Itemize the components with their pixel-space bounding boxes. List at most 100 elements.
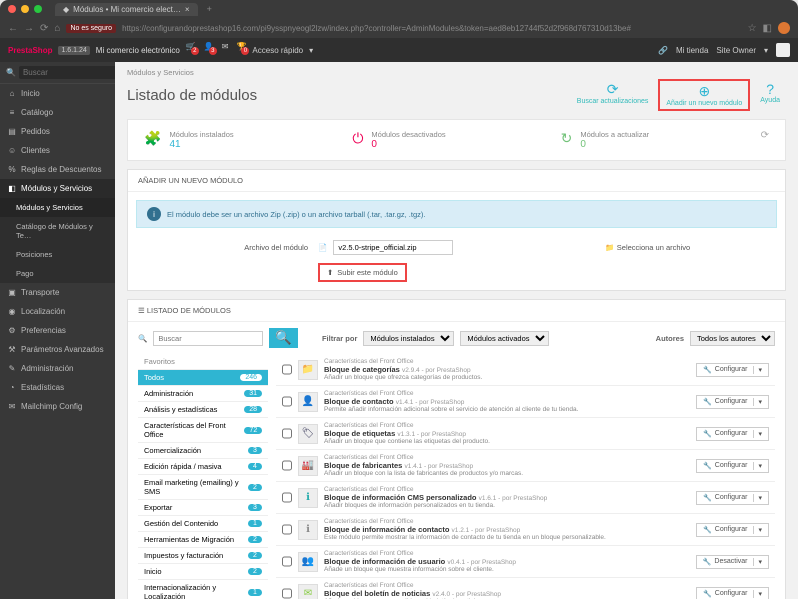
category-row[interactable]: Características del Front Office72 (138, 418, 268, 443)
authors-select[interactable]: Todos los autores (690, 331, 775, 346)
module-checkbox[interactable] (282, 523, 292, 536)
category-row[interactable]: Inicio2 (138, 564, 268, 580)
sidebar-item-7[interactable]: ◉Localización (0, 302, 115, 321)
close-tab-icon[interactable]: × (185, 5, 190, 14)
configure-button[interactable]: 🔧Configurar▾ (696, 363, 769, 377)
category-row[interactable]: Impuestos y facturación2 (138, 548, 268, 564)
sidebar-item-4[interactable]: %Reglas de Descuentos (0, 160, 115, 179)
sidebar-item-6[interactable]: ▣Transporte (0, 283, 115, 302)
my-store-link[interactable]: Mi tienda (676, 46, 708, 55)
sidebar-sub-2[interactable]: Posiciones (0, 245, 115, 264)
category-row[interactable]: Edición rápida / masiva4 (138, 459, 268, 475)
chevron-down-icon[interactable]: ▾ (753, 494, 762, 502)
module-checkbox[interactable] (282, 491, 292, 504)
category-row[interactable]: Herramientas de Migración2 (138, 532, 268, 548)
module-icon: 📁 (298, 360, 318, 380)
category-row[interactable]: Exportar3 (138, 500, 268, 516)
favorites-row[interactable]: Favoritos (138, 354, 268, 370)
url-text[interactable]: https://configurandoprestashop16.com/pi9… (122, 24, 742, 33)
choose-file-button[interactable]: 📁 Selecciona un archivo (605, 243, 690, 252)
mail-icon[interactable]: ✉ (222, 42, 229, 59)
module-checkbox[interactable] (282, 459, 292, 472)
module-checkbox[interactable] (282, 363, 292, 376)
forward-icon[interactable]: → (24, 23, 34, 34)
file-input[interactable] (333, 240, 453, 255)
category-row[interactable]: Email marketing (emailing) y SMS2 (138, 475, 268, 500)
wrench-icon: 🔧 (703, 462, 712, 470)
category-row[interactable]: Gestión del Contenido1 (138, 516, 268, 532)
chevron-down-icon[interactable]: ▾ (753, 526, 762, 534)
sidebar-item-3[interactable]: ☺Clientes (0, 141, 115, 160)
configure-button[interactable]: 🔧Desactivar▾ (696, 555, 769, 569)
sidebar-item-12[interactable]: ✉Mailchimp Config (0, 397, 115, 416)
category-row[interactable]: Análisis y estadísticas28 (138, 402, 268, 418)
trophy-icon[interactable]: 🏆0 (236, 42, 246, 59)
owner-name[interactable]: Site Owner (716, 46, 756, 55)
check-updates-button[interactable]: ⟳ Buscar actualizaciones (571, 79, 655, 111)
configure-button[interactable]: 🔧Configurar▾ (696, 587, 769, 599)
sidebar-item-5[interactable]: ◧Módulos y Servicios (0, 179, 115, 198)
sidebar-item-10[interactable]: ✎Administración (0, 359, 115, 378)
presta-logo[interactable]: PrestaShop (8, 46, 52, 55)
maximize-window[interactable] (34, 5, 42, 13)
add-module-button[interactable]: ⊕ Añadir un nuevo módulo (658, 79, 750, 111)
profile-avatar[interactable] (778, 22, 790, 34)
sidebar-item-8[interactable]: ⚙Preferencias (0, 321, 115, 340)
chevron-down-icon[interactable]: ▾ (753, 430, 762, 438)
sidebar-sub-1[interactable]: Catálogo de Módulos y Te… (0, 217, 115, 245)
close-window[interactable] (8, 5, 16, 13)
category-row[interactable]: Administración31 (138, 386, 268, 402)
module-checkbox[interactable] (282, 555, 292, 568)
home-icon[interactable]: ⌂ (54, 23, 60, 34)
chevron-down-icon[interactable]: ▾ (753, 590, 762, 598)
link-icon[interactable]: 🔗 (658, 46, 668, 55)
configure-button[interactable]: 🔧Configurar▾ (696, 523, 769, 537)
module-search-input[interactable] (153, 331, 263, 346)
configure-button[interactable]: 🔧Configurar▾ (696, 491, 769, 505)
filter-installed-select[interactable]: Módulos instalados (363, 331, 454, 346)
category-row[interactable]: Comercialización3 (138, 443, 268, 459)
upload-module-button[interactable]: ⬆ Subir este módulo (318, 263, 407, 282)
chevron-down-icon[interactable]: ▾ (753, 366, 762, 374)
configure-button[interactable]: 🔧Configurar▾ (696, 459, 769, 473)
module-checkbox[interactable] (282, 427, 292, 440)
sidebar-sub-3[interactable]: Pago (0, 264, 115, 283)
quick-access[interactable]: Acceso rápido (252, 46, 303, 55)
sidebar-sub-0[interactable]: Módulos y Servicios (0, 198, 115, 217)
back-icon[interactable]: ← (8, 23, 18, 34)
sidebar-search-input[interactable] (19, 66, 115, 79)
chevron-down-icon[interactable]: ▾ (753, 398, 762, 406)
help-button[interactable]: ? Ayuda (754, 79, 786, 111)
users-icon[interactable]: 👤3 (204, 42, 214, 59)
module-checkbox[interactable] (282, 587, 292, 599)
sidebar-item-2[interactable]: ▤Pedidos (0, 122, 115, 141)
search-icon[interactable]: 🔍 (6, 68, 16, 77)
cart-icon[interactable]: 🛒2 (186, 42, 196, 59)
stats-bar: 🧩 Módulos instalados 41 ⏻ Módulos desact… (127, 119, 786, 161)
sidebar-item-1[interactable]: ≡Catálogo (0, 103, 115, 122)
minimize-window[interactable] (21, 5, 29, 13)
star-icon[interactable]: ☆ (748, 23, 757, 34)
sidebar-item-0[interactable]: ⌂Inicio (0, 84, 115, 103)
sidebar-item-9[interactable]: ⚒Parámetros Avanzados (0, 340, 115, 359)
user-avatar[interactable] (776, 43, 790, 57)
chevron-down-icon[interactable]: ▾ (753, 558, 762, 566)
refresh-stats-icon[interactable]: ⟳ (761, 130, 769, 141)
reload-icon[interactable]: ⟳ (40, 23, 48, 34)
filter-enabled-select[interactable]: Módulos activados (460, 331, 549, 346)
browser-tab[interactable]: ◆ Módulos • Mi comercio elect… × (55, 3, 198, 16)
category-row[interactable]: Todos246 (138, 370, 268, 386)
configure-button[interactable]: 🔧Configurar▾ (696, 427, 769, 441)
search-button[interactable]: 🔍 (269, 328, 298, 348)
configure-button[interactable]: 🔧Configurar▾ (696, 395, 769, 409)
extension-icon[interactable]: ◧ (763, 23, 772, 34)
modules-panel-title: ☰ LISTADO DE MÓDULOS (128, 300, 785, 322)
category-row[interactable]: Internacionalización y Localización1 (138, 580, 268, 599)
module-checkbox[interactable] (282, 395, 292, 408)
chevron-down-icon[interactable]: ▾ (753, 462, 762, 470)
sidebar-item-11[interactable]: ◔Estadísticas (0, 378, 115, 397)
breadcrumb: Módulos y Servicios (115, 62, 798, 77)
sidebar-search: 🔍 (0, 62, 115, 84)
new-tab-icon[interactable]: + (207, 4, 212, 14)
module-desc: Añadir un bloque que contiene las etique… (324, 438, 690, 445)
